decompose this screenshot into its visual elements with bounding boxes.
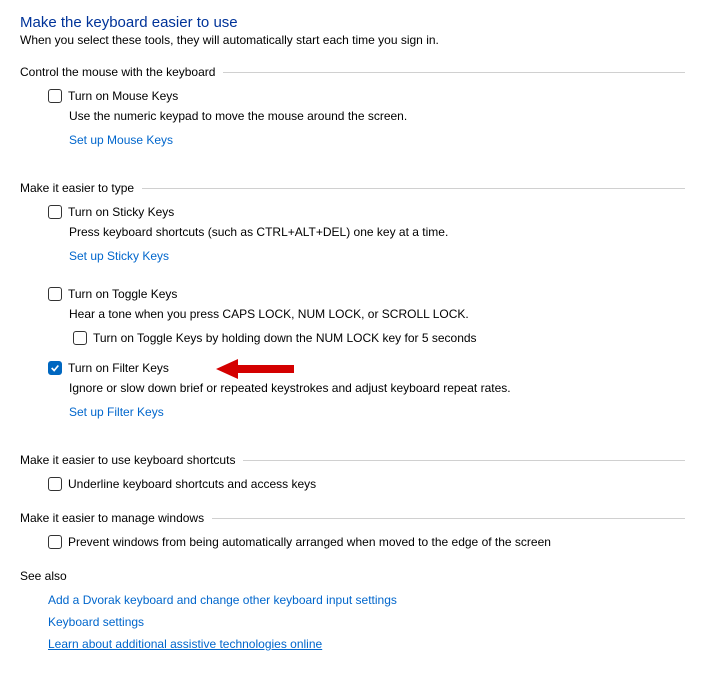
divider xyxy=(142,188,685,189)
annotation-arrow-icon xyxy=(216,357,296,381)
prevent-arrange-option[interactable]: Prevent windows from being automatically… xyxy=(48,535,685,549)
sticky-keys-desc: Press keyboard shortcuts (such as CTRL+A… xyxy=(69,225,685,239)
divider xyxy=(212,518,685,519)
mouse-keys-label: Turn on Mouse Keys xyxy=(68,89,178,103)
see-also-title: See also xyxy=(20,569,685,583)
toggle-keys-desc: Hear a tone when you press CAPS LOCK, NU… xyxy=(69,307,685,321)
dvorak-link[interactable]: Add a Dvorak keyboard and change other k… xyxy=(48,593,685,607)
filter-keys-label: Turn on Filter Keys xyxy=(68,361,169,375)
sticky-keys-option[interactable]: Turn on Sticky Keys xyxy=(48,205,685,219)
toggle-keys-hold-label: Turn on Toggle Keys by holding down the … xyxy=(93,331,477,345)
keyboard-settings-link[interactable]: Keyboard settings xyxy=(48,615,685,629)
assistive-tech-link[interactable]: Learn about additional assistive technol… xyxy=(48,637,685,651)
prevent-arrange-label: Prevent windows from being automatically… xyxy=(68,535,551,549)
see-also-links: Add a Dvorak keyboard and change other k… xyxy=(48,593,685,651)
toggle-keys-hold-option[interactable]: Turn on Toggle Keys by holding down the … xyxy=(73,331,685,345)
underline-shortcuts-label: Underline keyboard shortcuts and access … xyxy=(68,477,316,491)
page-subtitle: When you select these tools, they will a… xyxy=(20,33,685,47)
underline-shortcuts-option[interactable]: Underline keyboard shortcuts and access … xyxy=(48,477,685,491)
mouse-keys-option[interactable]: Turn on Mouse Keys xyxy=(48,89,685,103)
setup-filter-keys-link[interactable]: Set up Filter Keys xyxy=(69,405,164,419)
setup-mouse-keys-link[interactable]: Set up Mouse Keys xyxy=(69,133,173,147)
divider xyxy=(243,460,685,461)
mouse-keys-desc: Use the numeric keypad to move the mouse… xyxy=(69,109,685,123)
toggle-keys-label: Turn on Toggle Keys xyxy=(68,287,177,301)
sticky-keys-label: Turn on Sticky Keys xyxy=(68,205,174,219)
filter-keys-checkbox[interactable] xyxy=(48,361,62,375)
section-type-title: Make it easier to type xyxy=(20,181,142,195)
section-type: Make it easier to type Turn on Sticky Ke… xyxy=(20,181,685,433)
filter-keys-option[interactable]: Turn on Filter Keys xyxy=(48,361,685,375)
page-title: Make the keyboard easier to use xyxy=(20,14,685,31)
section-shortcuts: Make it easier to use keyboard shortcuts… xyxy=(20,453,685,491)
check-icon xyxy=(50,363,60,373)
filter-keys-desc: Ignore or slow down brief or repeated ke… xyxy=(69,381,685,395)
toggle-keys-option[interactable]: Turn on Toggle Keys xyxy=(48,287,685,301)
underline-shortcuts-checkbox[interactable] xyxy=(48,477,62,491)
section-mouse-title: Control the mouse with the keyboard xyxy=(20,65,223,79)
toggle-keys-checkbox[interactable] xyxy=(48,287,62,301)
section-windows: Make it easier to manage windows Prevent… xyxy=(20,511,685,549)
toggle-keys-hold-checkbox[interactable] xyxy=(73,331,87,345)
setup-sticky-keys-link[interactable]: Set up Sticky Keys xyxy=(69,249,169,263)
prevent-arrange-checkbox[interactable] xyxy=(48,535,62,549)
sticky-keys-checkbox[interactable] xyxy=(48,205,62,219)
divider xyxy=(223,72,685,73)
section-mouse: Control the mouse with the keyboard Turn… xyxy=(20,65,685,161)
section-windows-title: Make it easier to manage windows xyxy=(20,511,212,525)
section-shortcuts-title: Make it easier to use keyboard shortcuts xyxy=(20,453,243,467)
mouse-keys-checkbox[interactable] xyxy=(48,89,62,103)
